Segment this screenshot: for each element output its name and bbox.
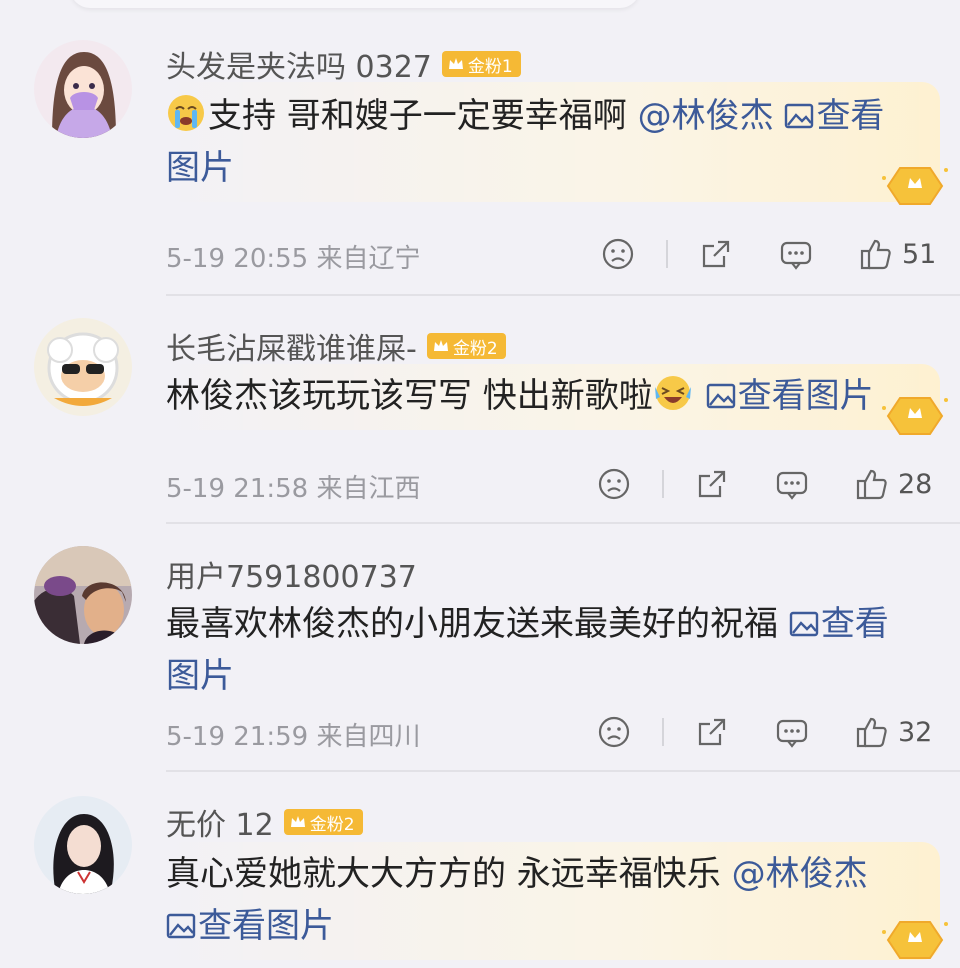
badge-label: 金粉2 <box>452 338 498 359</box>
gold-fan-sticker-icon <box>882 397 948 435</box>
like-count: 32 <box>898 716 933 748</box>
comment-icon <box>776 471 808 500</box>
view-image-link[interactable]: 查看图片 <box>166 906 334 946</box>
username-text[interactable]: 头发是夹法吗 0327 <box>166 42 432 86</box>
comment-item: 无价 12 金粉2 真心爱她就大大方方的 永远幸福快乐 @林俊杰 查看图片 <box>0 772 960 966</box>
view-image-label[interactable]: 查看图片 <box>198 906 334 946</box>
like-button[interactable]: 32 <box>854 712 932 752</box>
username-text[interactable]: 无价 12 <box>166 800 274 844</box>
view-image-link-tail[interactable]: 图片 <box>166 656 234 696</box>
avatar[interactable] <box>34 318 132 416</box>
username[interactable]: 头发是夹法吗 0327 金粉1 <box>166 42 521 86</box>
gold-fan-sticker-icon <box>882 921 948 959</box>
comment-actions: 28 <box>596 464 936 504</box>
like-count: 51 <box>902 238 937 270</box>
view-image-link[interactable]: 查看图片 <box>706 376 874 416</box>
image-icon <box>166 913 196 939</box>
like-button[interactable]: 28 <box>854 464 932 504</box>
reply-button[interactable] <box>774 464 810 504</box>
comment-date: 5-19 21:58 <box>166 474 309 504</box>
username[interactable]: 长毛沾屎戳谁谁屎- 金粉2 <box>166 324 506 368</box>
avatar[interactable] <box>34 40 132 138</box>
share-button[interactable] <box>698 234 734 274</box>
laughing-tears-face-icon <box>654 376 691 410</box>
crown-icon <box>433 340 448 351</box>
comment-body: 林俊杰该玩玩该写写 快出新歌啦 <box>166 376 653 416</box>
frown-face-icon <box>602 238 634 270</box>
crown-icon <box>448 58 463 69</box>
comment-location: 来自江西 <box>316 474 421 504</box>
image-icon <box>706 383 735 409</box>
share-button[interactable] <box>694 464 730 504</box>
fan-badge: 金粉1 <box>441 51 521 77</box>
dislike-button[interactable] <box>596 712 632 752</box>
comment-text: 最喜欢林俊杰的小朋友送来最美好的祝福 查看 图片 <box>166 598 946 702</box>
crown-icon <box>290 816 305 827</box>
badge-label: 金粉2 <box>309 814 355 835</box>
comment-meta: 5-19 21:59 来自四川 <box>166 716 420 753</box>
comment-item: 头发是夹法吗 0327 金粉1 支持 哥和嫂子一定要幸福啊 @林俊杰 查看 图片… <box>0 0 960 296</box>
comment-item: 长毛沾屎戳谁谁屎- 金粉2 林俊杰该玩玩该写写 快出新歌啦 查看图片 5-19 … <box>0 296 960 524</box>
comment-date: 5-19 21:59 <box>166 722 309 752</box>
fan-badge: 金粉2 <box>426 333 506 359</box>
view-image-link[interactable]: 查看 <box>784 96 884 136</box>
username[interactable]: 用户7591800737 <box>166 552 417 596</box>
comment-meta: 5-19 20:55 来自辽宁 <box>166 238 420 275</box>
comment-date: 5-19 20:55 <box>166 244 309 274</box>
share-icon <box>698 718 726 746</box>
comment-actions: 32 <box>596 712 936 752</box>
comment-item: 用户7591800737 最喜欢林俊杰的小朋友送来最美好的祝福 查看 图片 5-… <box>0 524 960 772</box>
comment-icon <box>776 719 808 748</box>
share-icon <box>702 240 730 268</box>
fan-badge: 金粉2 <box>283 809 363 835</box>
thumbs-up-icon <box>856 469 887 500</box>
dislike-button[interactable] <box>600 234 636 274</box>
comment-actions: 51 <box>600 234 940 274</box>
image-icon <box>785 103 814 129</box>
avatar[interactable] <box>34 796 132 894</box>
comment-location: 来自四川 <box>316 722 421 752</box>
action-separator <box>666 240 668 268</box>
comment-text: 真心爱她就大大方方的 永远幸福快乐 @林俊杰 查看图片 <box>166 848 926 952</box>
like-count: 28 <box>898 468 933 500</box>
mention-link[interactable]: @林俊杰 <box>638 96 774 136</box>
username-text[interactable]: 用户7591800737 <box>166 552 417 596</box>
comment-text: 支持 哥和嫂子一定要幸福啊 @林俊杰 查看 图片 <box>166 90 936 194</box>
thumbs-up-icon <box>860 239 891 270</box>
comment-body: 真心爱她就大大方方的 永远幸福快乐 <box>166 854 721 894</box>
reply-button[interactable] <box>778 234 814 274</box>
username[interactable]: 无价 12 金粉2 <box>166 800 363 844</box>
dislike-button[interactable] <box>596 464 632 504</box>
frown-face-icon <box>598 468 630 500</box>
badge-label: 金粉1 <box>467 56 513 77</box>
comment-body: 最喜欢林俊杰的小朋友送来最美好的祝福 <box>166 604 778 644</box>
comment-body: 支持 哥和嫂子一定要幸福啊 <box>208 96 627 136</box>
view-image-label[interactable]: 查看 <box>816 96 884 136</box>
view-image-label[interactable]: 查看图片 <box>738 376 874 416</box>
comment-icon <box>780 241 812 270</box>
like-button[interactable]: 51 <box>858 234 936 274</box>
view-image-link-tail[interactable]: 图片 <box>166 148 234 188</box>
share-button[interactable] <box>694 712 730 752</box>
avatar[interactable] <box>34 546 132 644</box>
gold-fan-sticker-icon <box>882 167 948 205</box>
action-separator <box>662 470 664 498</box>
share-icon <box>698 470 726 498</box>
reply-button[interactable] <box>774 712 810 752</box>
comment-location: 来自辽宁 <box>316 244 421 274</box>
comment-meta: 5-19 21:58 来自江西 <box>166 468 420 505</box>
comment-text: 林俊杰该玩玩该写写 快出新歌啦 查看图片 <box>166 370 874 422</box>
view-image-label[interactable]: 查看 <box>821 604 889 644</box>
frown-face-icon <box>598 716 630 748</box>
action-separator <box>662 718 664 746</box>
thumbs-up-icon <box>856 717 887 748</box>
image-icon <box>789 611 819 637</box>
view-image-link[interactable]: 查看 <box>789 604 889 644</box>
crying-face-icon <box>168 95 204 131</box>
username-text[interactable]: 长毛沾屎戳谁谁屎- <box>166 324 417 368</box>
mention-link[interactable]: @林俊杰 <box>732 854 868 894</box>
